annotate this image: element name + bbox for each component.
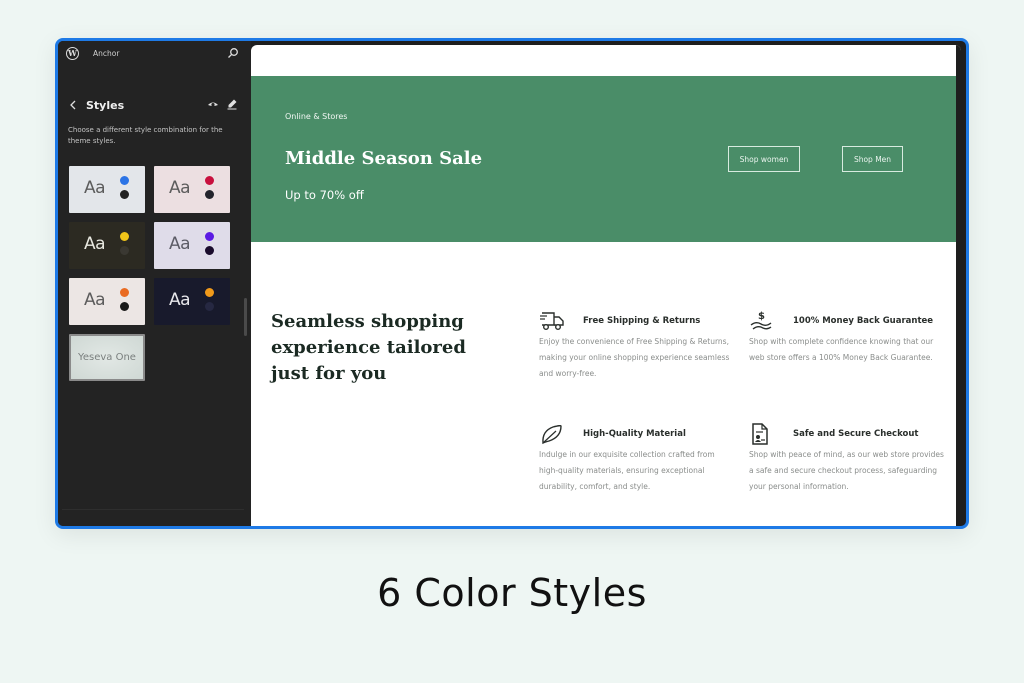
eye-icon[interactable] <box>207 99 219 111</box>
hero-banner: Online & Stores Middle Season Sale Up to… <box>251 76 961 242</box>
accent-color-swatch <box>120 232 129 241</box>
feature-description: Shop with complete confidence knowing th… <box>749 337 934 362</box>
hero-subtitle: Up to 70% off <box>285 188 364 202</box>
style-variations-grid: Aa Aa Aa Aa Aa Aa Yeseva One <box>69 166 230 381</box>
style-variation-3[interactable]: Aa <box>69 222 145 269</box>
contrast-color-swatch <box>205 302 214 311</box>
variation-typography-preview: Aa <box>169 290 191 310</box>
svg-text:$: $ <box>758 311 765 322</box>
editor-topbar: W Anchor <box>58 41 251 65</box>
variation-typography-preview: Aa <box>84 290 106 310</box>
pencil-icon[interactable] <box>226 98 238 110</box>
contrast-color-swatch <box>205 246 214 255</box>
shop-men-button[interactable]: Shop Men <box>842 146 903 172</box>
variation-typography-preview: Aa <box>169 178 191 198</box>
contrast-color-swatch <box>205 190 214 199</box>
site-name[interactable]: Anchor <box>93 49 119 58</box>
editor-window: W Anchor Styles Choose a different style… <box>55 38 969 529</box>
style-variation-6[interactable]: Aa <box>154 278 230 325</box>
hero-title: Middle Season Sale <box>285 148 483 169</box>
variation-typography-preview: Aa <box>84 178 106 198</box>
accent-color-swatch <box>120 288 129 297</box>
font-variation-yeseva-one[interactable]: Yeseva One <box>69 334 145 381</box>
font-variation-label: Yeseva One <box>78 352 136 363</box>
panel-description: Choose a different style combination for… <box>68 126 223 145</box>
sidebar-scrollbar[interactable] <box>244 298 247 336</box>
truck-icon <box>540 312 564 330</box>
accent-color-swatch <box>120 176 129 185</box>
accent-color-swatch <box>205 288 214 297</box>
feature-description: Enjoy the convenience of Free Shipping &… <box>539 337 730 378</box>
shop-women-button[interactable]: Shop women <box>728 146 800 172</box>
styles-panel-header: Styles <box>58 97 251 113</box>
leaf-icon <box>542 424 562 445</box>
feature-title: Free Shipping & Returns <box>583 316 701 326</box>
features-heading: Seamless shopping experience tailored ju… <box>271 311 466 384</box>
sidebar-footer-divider <box>62 509 244 510</box>
accent-color-swatch <box>205 176 214 185</box>
chevron-left-icon <box>70 100 76 110</box>
feature-title: Safe and Secure Checkout <box>793 429 919 439</box>
feature-description: Shop with peace of mind, as our web stor… <box>749 450 944 491</box>
contrast-color-swatch <box>120 302 129 311</box>
variation-typography-preview: Aa <box>84 234 106 254</box>
secure-document-icon <box>752 423 768 445</box>
variation-typography-preview: Aa <box>169 234 191 254</box>
style-variation-5[interactable]: Aa <box>69 278 145 325</box>
canvas-edge <box>956 45 961 526</box>
accent-color-swatch <box>205 232 214 241</box>
preview-canvas: Online & Stores Middle Season Sale Up to… <box>251 45 961 526</box>
hero-eyebrow: Online & Stores <box>285 112 348 121</box>
back-button[interactable] <box>67 99 79 111</box>
panel-title: Styles <box>86 98 125 112</box>
styles-sidebar: W Anchor Styles Choose a different style… <box>58 41 251 526</box>
search-icon[interactable] <box>227 47 239 59</box>
style-variation-4[interactable]: Aa <box>154 222 230 269</box>
contrast-color-swatch <box>120 190 129 199</box>
money-back-icon: $ <box>750 311 772 330</box>
style-variation-1[interactable]: Aa <box>69 166 145 213</box>
feature-description: Indulge in our exquisite collection craf… <box>539 450 715 491</box>
contrast-color-swatch <box>120 246 129 255</box>
style-variation-2[interactable]: Aa <box>154 166 230 213</box>
caption: 6 Color Styles <box>377 571 647 615</box>
wordpress-icon[interactable]: W <box>66 46 79 60</box>
feature-title: High-Quality Material <box>583 429 686 439</box>
feature-title: 100% Money Back Guarantee <box>793 316 934 326</box>
